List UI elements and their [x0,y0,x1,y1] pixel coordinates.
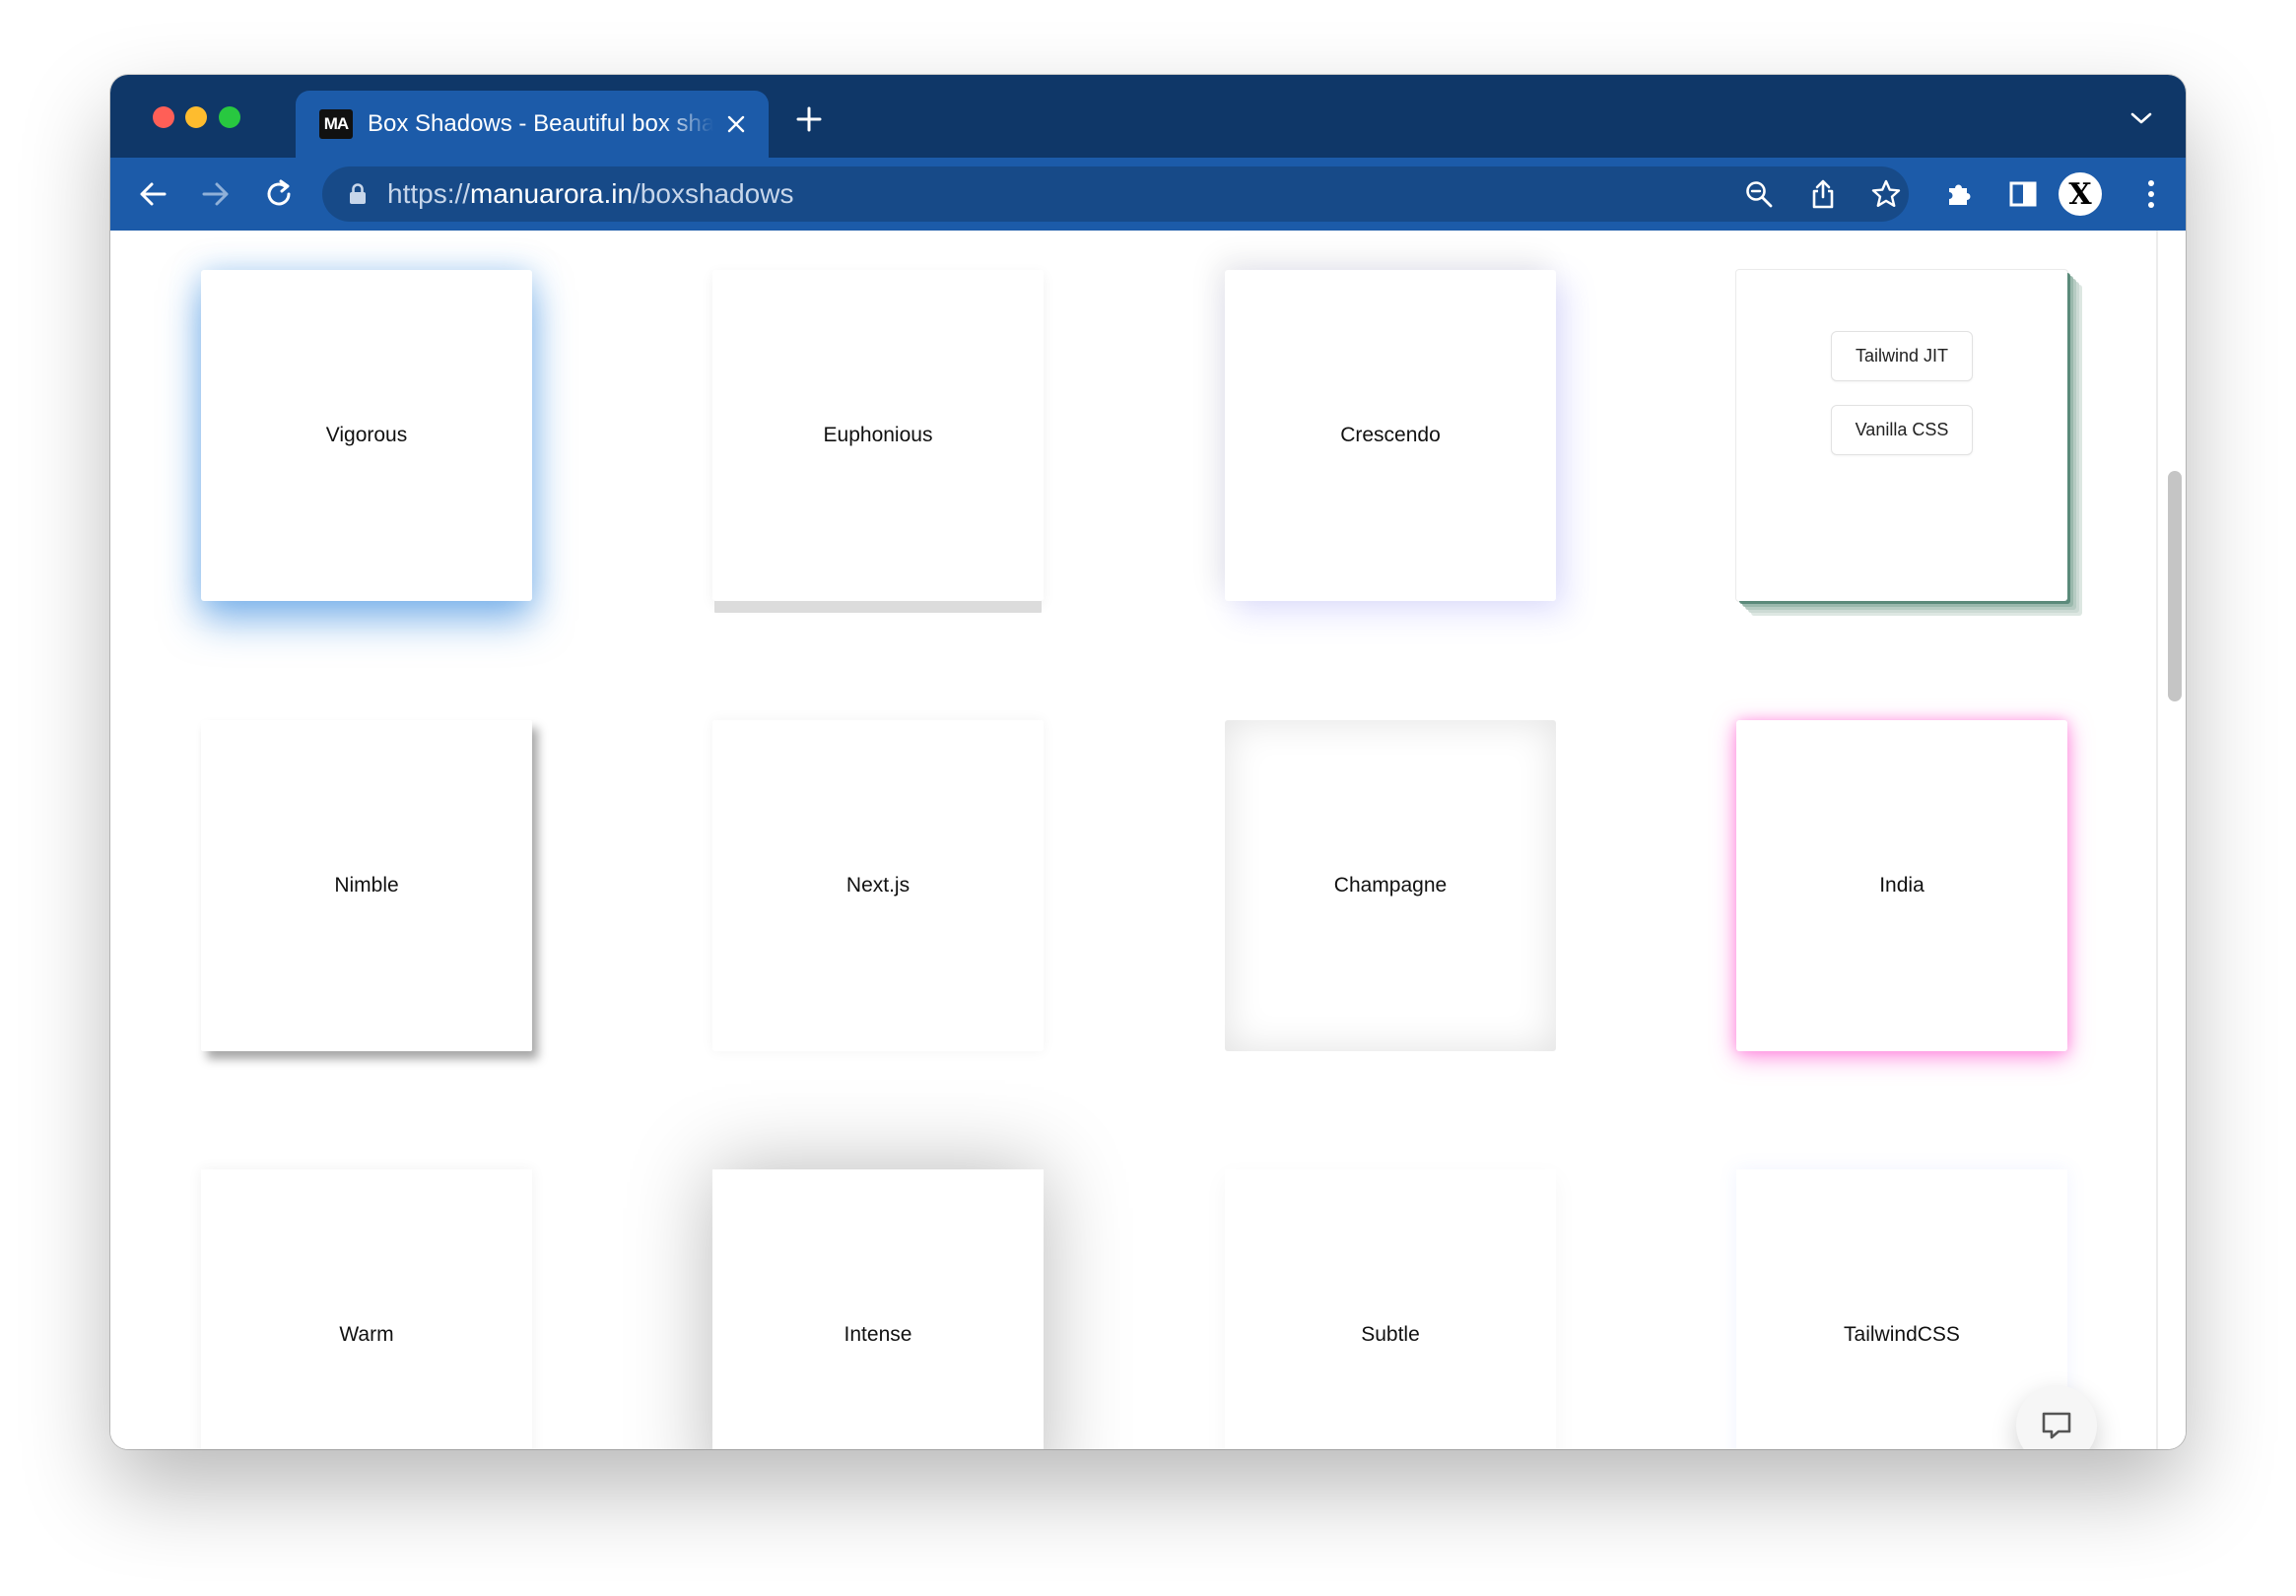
profile-avatar[interactable]: X [2059,172,2102,216]
url-text[interactable]: https://manuarora.in/boxshadows [387,178,793,210]
card-label: Warm [339,1323,394,1346]
minimize-window-button[interactable] [185,106,207,128]
tab-box-shadows[interactable]: MA Box Shadows - Beautiful box shadows [296,91,769,158]
new-tab-icon[interactable] [792,102,826,136]
shadow-card-crescendo[interactable]: Crescendo [1225,270,1556,601]
browser-window: MA Box Shadows - Beautiful box shadows [110,75,2186,1449]
card-label: Champagne [1333,874,1448,897]
shadow-card-subtle[interactable]: Subtle [1225,1169,1556,1449]
shadow-card-champagne[interactable]: Champagne [1225,720,1556,1051]
shadow-card-vigorous[interactable]: Vigorous [201,270,532,601]
shadow-card-intense[interactable]: Intense [712,1169,1044,1449]
card-label: Nimble [334,874,399,897]
card-label: Euphonious [823,424,933,446]
share-icon[interactable] [1807,178,1839,210]
site-favicon: MA [319,109,353,139]
shadow-card-nextjs[interactable]: Next.js [712,720,1044,1051]
card-label: Subtle [1361,1323,1420,1346]
card-label: Intense [844,1323,912,1346]
card-label: India [1879,874,1925,897]
shadow-card-euphonious[interactable]: Euphonious [712,270,1044,601]
side-panel-icon[interactable] [2002,173,2044,215]
tab-title: Box Shadows - Beautiful box shadows [368,110,714,137]
copy-options: Tailwind JIT Vanilla CSS [1830,331,1974,455]
shadow-card-nimble[interactable]: Nimble [201,720,532,1051]
shadow-card-warm[interactable]: Warm [201,1169,532,1449]
zoom-icon[interactable] [1743,178,1775,210]
scrollbar-thumb[interactable] [2168,471,2182,701]
shadow-card-india[interactable]: India [1736,720,2067,1051]
tab-close-icon[interactable] [723,109,749,139]
page-viewport[interactable]: Vigorous Euphonious Crescendo Tailwind J… [110,231,2186,1449]
card-label: Vigorous [325,424,408,446]
star-icon[interactable] [1870,178,1902,210]
chat-bubble-icon [2042,1412,2071,1439]
copy-tailwind-jit-button[interactable]: Tailwind JIT [1830,331,1974,381]
copy-vanilla-css-button[interactable]: Vanilla CSS [1830,405,1974,455]
kebab-menu-icon[interactable] [2130,173,2172,215]
card-label: Next.js [845,874,911,897]
forward-arrow-icon[interactable] [197,175,235,213]
tab-search-chevron-icon[interactable] [2128,108,2154,128]
desktop-stage: MA Box Shadows - Beautiful box shadows [0,0,2296,1596]
address-bar[interactable]: https://manuarora.in/boxshadows [322,166,1909,222]
reload-icon[interactable] [260,175,298,213]
url-scheme: https:// [387,178,471,209]
back-arrow-icon[interactable] [134,175,171,213]
url-path: /boxshadows [633,178,794,209]
puzzle-icon[interactable] [1938,173,1980,215]
shadow-card-tailwindcss[interactable]: TailwindCSS [1736,1169,2067,1449]
scrollbar-track[interactable] [2156,231,2158,1449]
card-label: Crescendo [1340,424,1441,446]
lock-icon[interactable] [348,182,370,206]
zoom-window-button[interactable] [219,106,240,128]
url-host: manuarora.in [470,178,634,209]
card-label: TailwindCSS [1844,1323,1960,1346]
close-window-button[interactable] [153,106,174,128]
browser-toolbar: https://manuarora.in/boxshadows X [110,158,2186,231]
browser-titlebar: MA Box Shadows - Beautiful box shadows [110,75,2186,158]
shadow-card-copy-options[interactable]: Tailwind JIT Vanilla CSS [1736,270,2067,601]
